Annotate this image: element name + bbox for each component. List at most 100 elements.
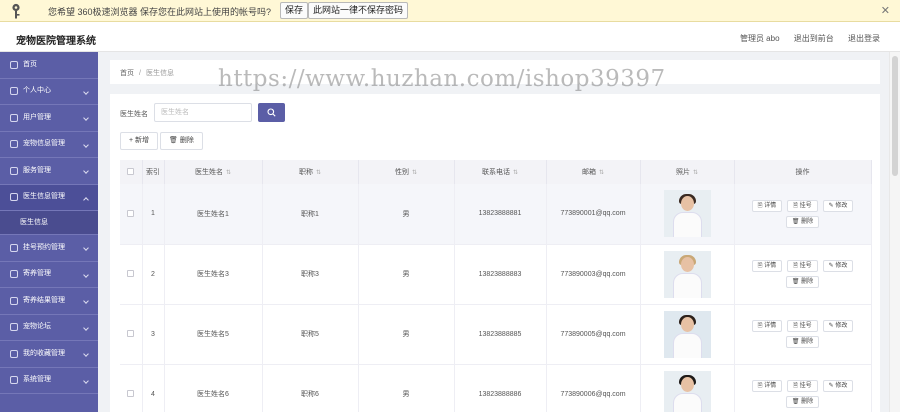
sidebar-subitem-doctor-info[interactable]: 医生信息 [0,211,98,235]
breadcrumb-home[interactable]: 首页 [120,70,134,77]
sort-icon[interactable]: ⇅ [513,169,518,176]
sidebar-item-profile[interactable]: 个人中心 [0,79,98,105]
edit-button[interactable]: ✎ 修改 [822,260,854,272]
search-button[interactable] [258,103,285,122]
cell-phone: 13823888886 [454,364,547,412]
cell-index: 2 [142,244,165,305]
sidebar-item-label: 宠物论坛 [23,323,51,331]
chevron-down-icon [83,141,89,148]
table-row: 4 医生姓名6 职称6 男 13823888886 773890006@qq.c… [120,364,872,412]
sidebar-item-boarding[interactable]: 寄养管理 [0,262,98,288]
breadcrumb-current: 医生信息 [145,70,174,77]
search-input[interactable]: 医生姓名 [154,103,252,122]
column-header-email[interactable]: 邮箱 ⇅ [546,160,641,184]
sort-icon[interactable]: ⇅ [599,169,604,176]
detail-label: 详情 [764,383,777,389]
sort-icon[interactable]: ⇅ [412,169,417,176]
header-checkbox-cell [120,160,143,184]
delete-button[interactable]: 🗑︎ 删除 [785,215,820,228]
cell-phone: 13823888885 [454,304,547,365]
column-header-gender[interactable]: 性别 ⇅ [358,160,455,184]
edit-button[interactable]: ✎ 修改 [822,199,854,212]
never-save-password-button[interactable]: 此网站一律不保存密码 [308,2,409,19]
sidebar-item-doctors[interactable]: 医生信息管理 [0,184,98,211]
column-header-photo[interactable]: 照片 ⇅ [640,160,735,184]
save-password-button[interactable]: 保存 [280,2,309,19]
detail-label: 详情 [764,202,777,209]
doctor-photo [663,250,711,298]
register-button[interactable]: 🗎︎ 挂号 [787,199,818,212]
sidebar-item-label: 宠物信息管理 [23,140,65,148]
cell-name: 医生姓名6 [164,364,263,412]
password-save-message: 您希望 360极速浏览器 保存您在此网站上使用的帐号吗? [48,7,272,17]
detail-button[interactable]: 🗎︎ 详情 [751,260,783,272]
sidebar-item-label: 首页 [23,60,37,68]
sidebar-item-home[interactable]: 首页 [0,52,98,79]
sidebar-item-forum[interactable]: 宠物论坛 [0,315,98,341]
sidebar-item-system[interactable]: 系统管理 [0,368,98,394]
chevron-down-icon [83,351,89,357]
sidebar-item-favorites[interactable]: 我的收藏管理 [0,341,98,368]
row-checkbox[interactable] [127,330,135,338]
close-icon[interactable]: ✕ [881,4,890,17]
watermark-text: https://www.huzhan.com/ishop39397 [218,66,666,92]
column-header-label: 性别 [394,169,409,176]
sort-icon[interactable]: ⇅ [226,169,231,176]
row-checkbox[interactable] [127,210,135,218]
page-scrollbar[interactable] [889,52,900,412]
sidebar-item-users[interactable]: 用户管理 [0,105,98,132]
row-checkbox[interactable] [127,270,135,278]
select-all-checkbox[interactable] [127,168,135,176]
edit-label: 修改 [835,263,848,269]
calendar-icon [10,243,18,252]
sidebar-item-appointments[interactable]: 挂号预约管理 [0,235,98,262]
sort-icon[interactable]: ⇅ [693,169,698,176]
register-button[interactable]: 🗎︎ 挂号 [787,380,818,392]
sidebar-item-label: 医生信息管理 [23,193,65,201]
delete-button[interactable]: 🗑︎ 删除 [785,276,820,288]
edit-button[interactable]: ✎ 修改 [822,380,854,392]
add-button[interactable]: + 新增 [120,132,159,150]
cell-index: 1 [142,184,165,245]
register-button[interactable]: 🗎︎ 挂号 [787,320,818,332]
logout-link[interactable]: 退出登录 [848,34,880,43]
delete-label: 删除 [801,218,814,225]
cell-gender: 男 [358,364,455,412]
sidebar-item-services[interactable]: 服务管理 [0,158,98,185]
cell-name: 医生姓名5 [164,304,263,365]
cell-title: 职称6 [262,364,359,412]
register-label: 挂号 [799,383,812,389]
cell-phone: 13823888881 [454,184,547,245]
detail-button[interactable]: 🗎︎ 详情 [751,320,783,332]
detail-button[interactable]: 🗎︎ 详情 [751,199,783,212]
sidebar-item-pets[interactable]: 宠物信息管理 [0,132,98,158]
cell-photo [640,244,735,305]
column-header-name[interactable]: 医生姓名 ⇅ [164,160,263,184]
table-header-row: 索引 医生姓名 ⇅ 职称 ⇅ 性别 ⇅ 联系电话 ⇅ 邮箱 ⇅ 照片 ⇅ 操作 [120,160,872,184]
sort-icon[interactable]: ⇅ [316,169,321,176]
cell-index: 3 [142,304,165,365]
batch-delete-label: 删除 [179,137,194,144]
pet-icon [10,140,18,149]
scrollbar-thumb[interactable] [892,56,898,176]
row-checkbox[interactable] [127,390,135,398]
column-header-phone[interactable]: 联系电话 ⇅ [454,160,547,184]
cell-gender: 男 [358,184,455,245]
sidebar: 首页 个人中心 用户管理 宠物信息管理 服务管理 医生信息管理 医生信息 挂号预… [0,52,98,412]
delete-button[interactable]: 🗑︎ 删除 [785,336,820,348]
row-checkbox-cell [120,364,143,412]
delete-button[interactable]: 🗑︎ 删除 [785,396,820,408]
edit-button[interactable]: ✎ 修改 [822,320,854,332]
delete-label: 删除 [801,339,814,345]
detail-button[interactable]: 🗎︎ 详情 [751,380,783,392]
photo-coat [672,392,702,412]
register-button[interactable]: 🗎︎ 挂号 [787,260,818,272]
sidebar-item-boarding-results[interactable]: 寄养结果管理 [0,288,98,315]
batch-delete-button[interactable]: 🗑︎ 删除 [160,132,203,150]
service-icon [10,166,18,175]
result-icon [10,296,18,305]
doctor-photo [663,370,711,412]
back-to-frontend-link[interactable]: 退出到前台 [794,34,834,43]
column-header-title[interactable]: 职称 ⇅ [262,160,359,184]
cell-title: 职称5 [262,304,359,365]
